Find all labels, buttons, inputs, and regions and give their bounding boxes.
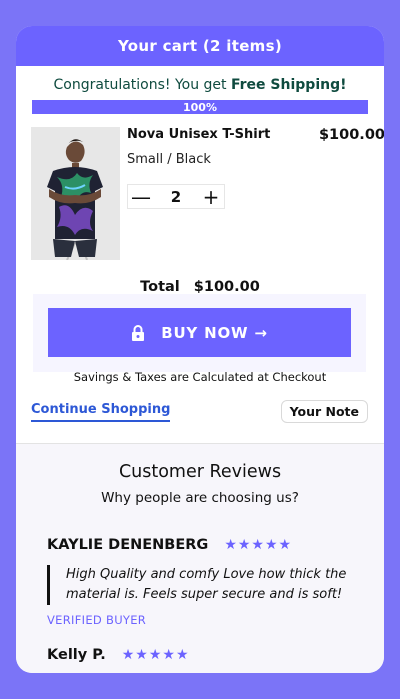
cart-panel: Your cart (2 items) Congratulations! You… [16,26,384,673]
customer-reviews-section: Customer Reviews Why people are choosing… [16,443,384,673]
shipping-message: Congratulations! You get Free Shipping! [16,76,384,94]
item-variant: Small / Black [127,152,211,167]
reviewer-name: Kelly P. [47,647,106,663]
continue-shopping-link[interactable]: Continue Shopping [31,402,171,422]
rating-stars: ★★★★★ [121,647,190,663]
reviewer-name: KAYLIE DENENBERG [47,537,209,553]
decrease-quantity-button[interactable]: — [128,185,154,209]
lock-icon [131,324,145,341]
quantity-value[interactable]: 2 [171,188,181,206]
rating-stars: ★★★★★ [224,537,293,553]
total-row: Total $100.00 [16,279,384,295]
review-item: KAYLIE DENENBERG ★★★★★ High Quality and … [47,537,368,627]
product-photo-illustration [31,127,120,260]
buy-now-button[interactable]: BUY NOW → [48,308,351,357]
review-item: Kelly P. ★★★★★ [47,647,368,663]
reviews-title: Customer Reviews [118,462,282,482]
buy-now-label: BUY NOW → [161,323,268,342]
product-image[interactable] [31,127,120,260]
review-text: High Quality and comfy Love how thick th… [47,565,367,605]
quantity-stepper: — 2 + [127,184,225,209]
item-price: $100.00 [318,127,384,143]
review-header: KAYLIE DENENBERG ★★★★★ [47,537,368,553]
shipping-prefix: Congratulations! You get [53,77,231,93]
reviews-subtitle: Why people are choosing us? [101,490,299,506]
review-header: Kelly P. ★★★★★ [47,647,368,663]
increase-quantity-button[interactable]: + [198,185,224,209]
cart-header: Your cart (2 items) [16,26,384,66]
verified-buyer-badge: VERIFIED BUYER [47,613,147,627]
shipping-highlight: Free Shipping! [230,77,347,93]
item-title[interactable]: Nova Unisex T-Shirt [127,127,270,142]
cart-title: Your cart (2 items) [117,37,282,55]
shipping-progress-label: 100% [183,100,217,114]
your-note-button[interactable]: Your Note [280,400,368,423]
buy-now-container: BUY NOW → [33,294,366,372]
shipping-progress-bar: 100% [32,100,368,114]
savings-note: Savings & Taxes are Calculated at Checko… [73,370,327,384]
total-amount: $100.00 [193,279,260,295]
cart-item: Nova Unisex T-Shirt $100.00 Small / Blac… [31,127,384,261]
total-label: Total [140,279,180,295]
